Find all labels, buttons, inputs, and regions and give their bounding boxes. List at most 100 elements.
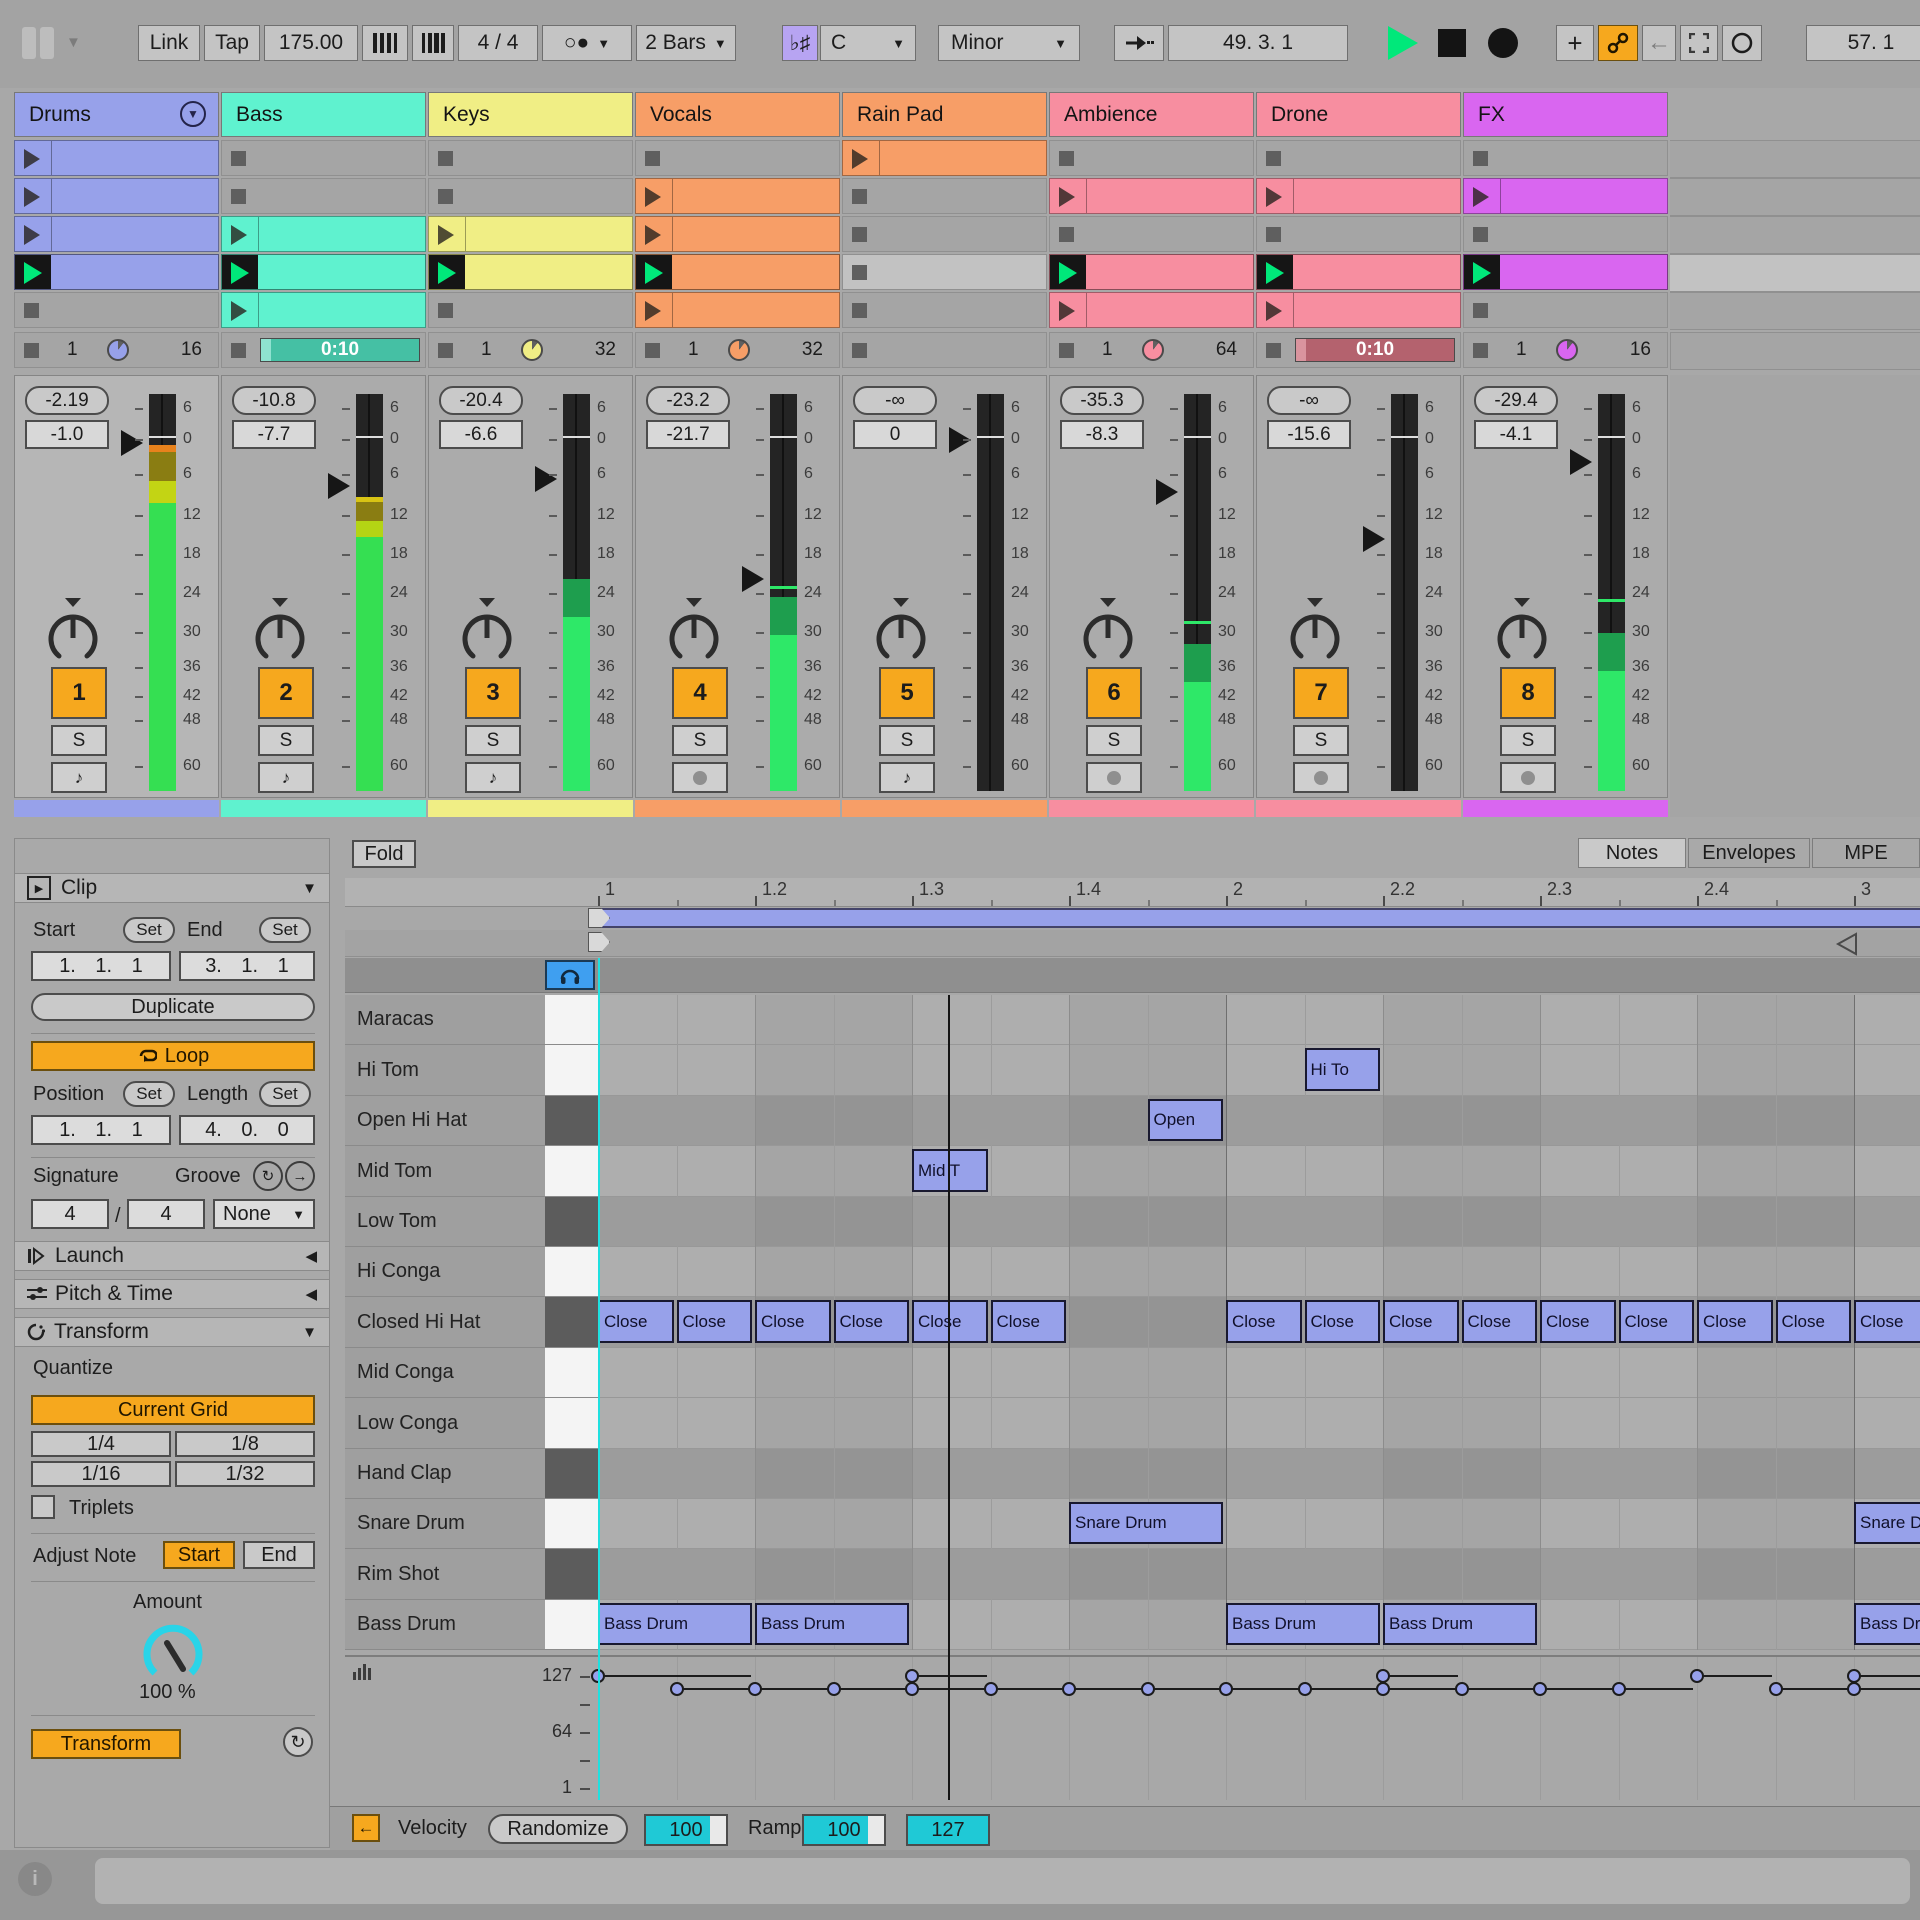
clip-section-header[interactable]: ▶ Clip ▼ <box>15 873 329 903</box>
clip-slot[interactable] <box>635 140 840 176</box>
clip-play-triangle-icon[interactable] <box>1059 301 1075 321</box>
fader-handle[interactable] <box>742 566 764 592</box>
clip-play-triangle-icon[interactable] <box>1059 187 1075 207</box>
clip-play-triangle-icon[interactable] <box>24 149 40 169</box>
midi-note[interactable]: Snare Drum <box>1854 1502 1920 1544</box>
drum-row-label[interactable]: Low Tom <box>345 1197 545 1247</box>
clip-slot[interactable] <box>635 292 840 328</box>
collapse-triangle-icon[interactable]: ◀ <box>305 1247 317 1265</box>
info-icon[interactable]: i <box>18 1862 52 1896</box>
nudge-down-icon[interactable] <box>362 25 408 61</box>
track-number-button[interactable]: 7 <box>1293 667 1349 719</box>
midi-note[interactable]: Close <box>1776 1300 1852 1343</box>
track-stop-button[interactable] <box>645 343 660 358</box>
note-grid-row[interactable] <box>598 1348 1920 1398</box>
clip-stop-button[interactable] <box>1473 227 1488 242</box>
midi-note[interactable]: Close <box>1305 1300 1381 1343</box>
peak-level-display[interactable]: -20.4 <box>439 386 523 415</box>
play-triangle-icon[interactable] <box>24 262 42 284</box>
midi-note[interactable]: Close <box>1383 1300 1459 1343</box>
white-key-cell[interactable] <box>545 1045 598 1096</box>
track-header-ambience[interactable]: Ambience <box>1049 92 1254 137</box>
white-key-cell[interactable] <box>545 1600 598 1650</box>
clip-slot[interactable] <box>221 178 426 214</box>
adjust-start-button[interactable]: Start <box>163 1541 235 1569</box>
clip-slot[interactable] <box>1463 254 1668 290</box>
track-number-button[interactable]: 2 <box>258 667 314 719</box>
automation-arm-button[interactable] <box>1722 25 1762 61</box>
tab-notes[interactable]: Notes <box>1578 838 1686 868</box>
track-header-rain-pad[interactable]: Rain Pad <box>842 92 1047 137</box>
clip-end-marker[interactable] <box>1834 932 1860 956</box>
white-key-cell[interactable] <box>545 1146 598 1197</box>
solo-button[interactable]: S <box>672 725 728 756</box>
note-grid-row[interactable] <box>598 1045 1920 1096</box>
arm-button-audio[interactable] <box>672 762 728 793</box>
velocity-marker[interactable] <box>827 1682 841 1696</box>
peak-level-display[interactable]: -∞ <box>1267 386 1351 415</box>
midi-overdub-button[interactable] <box>1598 25 1638 61</box>
clip-slot[interactable] <box>1256 254 1461 290</box>
note-grid-row[interactable] <box>598 1499 1920 1549</box>
clip-slot[interactable] <box>14 292 219 328</box>
play-triangle-icon[interactable] <box>645 262 663 284</box>
lane-toggle-button[interactable]: ← <box>352 1814 380 1842</box>
fold-button[interactable]: Fold <box>352 840 416 868</box>
pan-knob[interactable] <box>1078 608 1138 666</box>
midi-note[interactable]: Open <box>1148 1099 1224 1141</box>
peak-level-display[interactable]: -∞ <box>853 386 937 415</box>
link-button[interactable]: Link <box>138 25 200 61</box>
volume-field[interactable]: -15.6 <box>1267 420 1351 449</box>
drum-row-label[interactable]: Open Hi Hat <box>345 1096 545 1146</box>
note-grid-row[interactable] <box>598 1398 1920 1449</box>
volume-field[interactable]: -4.1 <box>1474 420 1558 449</box>
quantize-1-16-button[interactable]: 1/16 <box>31 1461 171 1487</box>
clip-stop-button[interactable] <box>1266 151 1281 166</box>
midi-note[interactable]: Bass Drum <box>1854 1603 1920 1645</box>
length-field[interactable]: 4. 0. 0 <box>179 1115 315 1145</box>
velocity-marker[interactable] <box>1376 1669 1390 1683</box>
signature-numerator-field[interactable]: 4 <box>31 1199 109 1229</box>
track-stop-button[interactable] <box>1266 343 1281 358</box>
pitch-time-section-header[interactable]: Pitch & Time ◀ <box>15 1279 329 1309</box>
level-meter[interactable] <box>563 394 590 791</box>
peak-level-display[interactable]: -23.2 <box>646 386 730 415</box>
note-grid-row[interactable] <box>598 1549 1920 1600</box>
drum-row-label[interactable]: Mid Conga <box>345 1348 545 1398</box>
current-grid-button[interactable]: Current Grid <box>31 1395 315 1425</box>
white-key-cell[interactable] <box>545 1247 598 1297</box>
velocity-marker[interactable] <box>1298 1682 1312 1696</box>
clip-slot[interactable] <box>1463 216 1668 252</box>
solo-button[interactable]: S <box>1500 725 1556 756</box>
midi-note[interactable]: Close <box>991 1300 1067 1343</box>
note-grid-row[interactable] <box>598 1247 1920 1297</box>
fader-handle[interactable] <box>1570 449 1592 475</box>
play-triangle-icon[interactable] <box>231 262 249 284</box>
clip-slot[interactable] <box>842 178 1047 214</box>
midi-note[interactable]: Close <box>1854 1300 1920 1343</box>
clip-play-triangle-icon[interactable] <box>231 301 247 321</box>
clip-slot[interactable] <box>842 292 1047 328</box>
clip-stop-button[interactable] <box>852 265 867 280</box>
track-header-bass[interactable]: Bass <box>221 92 426 137</box>
track-stop-button[interactable] <box>852 343 867 358</box>
scene-row[interactable] <box>1670 178 1920 216</box>
level-meter[interactable] <box>1598 394 1625 791</box>
loop-bar[interactable] <box>598 908 1920 928</box>
velocity-marker[interactable] <box>1141 1682 1155 1696</box>
drum-row-label[interactable]: Rim Shot <box>345 1549 545 1600</box>
black-key-cell[interactable] <box>545 1096 598 1146</box>
volume-field[interactable]: -7.7 <box>232 420 316 449</box>
clip-stop-button[interactable] <box>852 189 867 204</box>
start-set-button[interactable]: Set <box>123 917 175 943</box>
midi-note[interactable]: Snare Drum <box>1069 1502 1223 1544</box>
fader-handle[interactable] <box>1156 479 1178 505</box>
midi-note[interactable]: Close <box>834 1300 910 1343</box>
clip-slot[interactable] <box>428 140 633 176</box>
loop-button[interactable]: Loop <box>31 1041 315 1071</box>
midi-note[interactable]: Bass Drum <box>755 1603 909 1645</box>
arrangement-position-field[interactable]: 57. 1 <box>1806 25 1920 61</box>
drum-row-label[interactable]: Hi Tom <box>345 1045 545 1096</box>
adjust-end-button[interactable]: End <box>243 1541 315 1569</box>
record-button[interactable] <box>1488 28 1518 58</box>
